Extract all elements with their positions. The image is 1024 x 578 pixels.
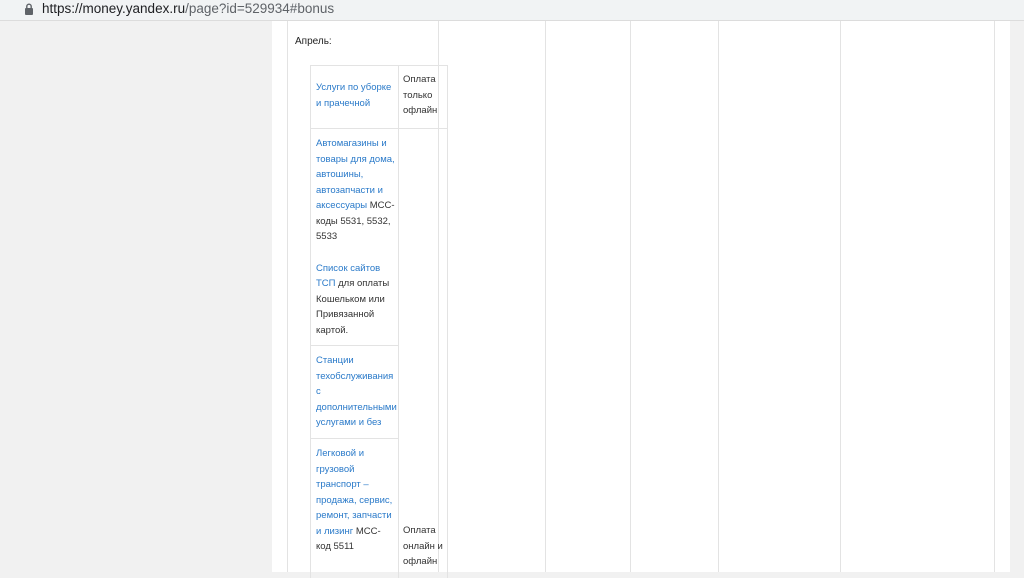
table-column-divider xyxy=(718,21,719,572)
payment-cell: Оплата только офлайн xyxy=(399,65,448,128)
category-link-cleaning[interactable]: Услуги по уборке и прачечной xyxy=(316,82,391,109)
table-column-divider xyxy=(994,21,995,572)
category-link-service-stations[interactable]: Станции техобслуживания с дополнительным… xyxy=(316,355,397,428)
url-host: https://money.yandex.ru xyxy=(42,1,186,16)
month-label: Апрель: xyxy=(295,36,332,47)
table-column-divider xyxy=(545,21,546,572)
payment-type-text: Оплата онлайн и офлайн xyxy=(403,525,443,567)
payment-cell: Оплата онлайн и офлайн xyxy=(399,128,448,578)
lock-icon xyxy=(25,3,33,15)
table-column-divider xyxy=(840,21,841,572)
payment-type-text: Оплата только офлайн xyxy=(403,74,438,116)
table-column-divider xyxy=(630,21,631,572)
browser-address-bar[interactable]: https://money.yandex.ru/page?id=529934#b… xyxy=(0,0,1024,21)
category-cell: Услуги по уборке и прачечной xyxy=(310,65,399,128)
url-path: /page?id=529934#bonus xyxy=(185,1,335,16)
page-content: Апрель: Услуги по уборке и прачечной Опл… xyxy=(272,21,1010,578)
category-table: Услуги по уборке и прачечной Оплата толь… xyxy=(310,65,448,578)
category-cell: Автомагазины и товары для дома, автошины… xyxy=(310,128,399,345)
category-link-vehicles[interactable]: Легковой и грузовой транспорт – продажа,… xyxy=(316,448,392,537)
bonus-table-cell: Апрель: Услуги по уборке и прачечной Опл… xyxy=(287,21,448,578)
url-text[interactable]: https://money.yandex.ru/page?id=529934#b… xyxy=(42,1,334,17)
category-cell: Легковой и грузовой транспорт – продажа,… xyxy=(310,438,399,578)
category-cell: Станции техобслуживания с дополнительным… xyxy=(310,345,399,438)
